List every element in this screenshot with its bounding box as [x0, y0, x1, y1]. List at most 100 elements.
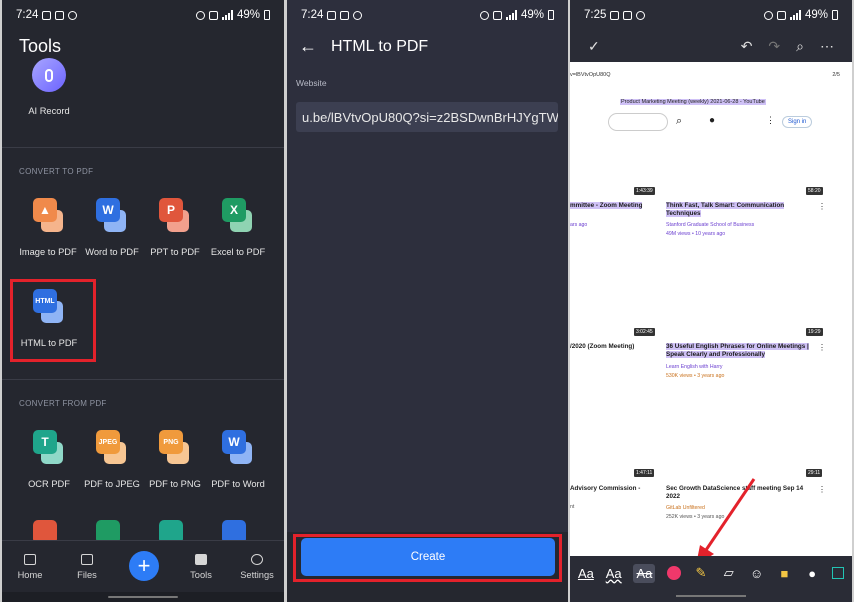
video-title: Advisory Commission - [570, 485, 641, 492]
notification-icon [42, 10, 52, 20]
undo-icon[interactable]: ↶ [741, 38, 753, 55]
sticky-note-icon[interactable]: ■ [776, 566, 792, 581]
video-duration: 58:20 [806, 187, 823, 195]
video-duration: 29:11 [806, 469, 823, 477]
nav-tools[interactable]: Tools [173, 541, 229, 593]
nav-label: Settings [240, 570, 274, 580]
notification-icon [327, 10, 337, 20]
alarm-icon [479, 10, 489, 20]
eraser-icon[interactable]: ▱ [721, 565, 737, 581]
pdf-viewer-screen: 7:25 49% ✓ ↶ ↷ ⌕ ⋯ v=lBVtvOpU80Q 2/5 Pro… [570, 0, 852, 602]
tool-label: Image to PDF [19, 247, 77, 257]
search-icon[interactable]: ⌕ [796, 38, 804, 55]
back-arrow-icon[interactable]: ← [299, 36, 317, 57]
gallery-icon [55, 10, 65, 20]
excel-icon: X [222, 198, 252, 232]
mute-icon [208, 10, 218, 20]
strikethrough-text-tool[interactable]: Aa [633, 563, 656, 583]
gear-icon [251, 554, 263, 565]
microphone-icon[interactable]: ● [804, 566, 820, 581]
mute-icon [492, 10, 502, 20]
tool-label: PPT to PDF [150, 247, 200, 257]
video-meta: nt [570, 504, 575, 510]
microphone-icon [32, 58, 66, 92]
website-label: Website [296, 78, 327, 88]
word-icon: W [96, 198, 126, 232]
app-icon [353, 10, 363, 20]
tool-label: OCR PDF [28, 479, 70, 489]
video-title: mmittee - Zoom Meeting [570, 202, 643, 209]
page-title: Tools [19, 36, 62, 56]
status-time: 7:24 [16, 9, 39, 21]
battery-level: 49% [520, 9, 544, 21]
status-bar: 7:25 49% [570, 0, 852, 30]
alarm-icon [763, 10, 773, 20]
section-heading: CONVERT FROM PDF [19, 399, 107, 408]
tools-screen: 7:24 49% Tools AI Record CONVERT TO PDF … [2, 0, 284, 602]
top-bar: 7:25 49% ✓ ↶ ↷ ⌕ ⋯ [570, 0, 852, 62]
status-time: 7:24 [301, 9, 324, 21]
home-indicator [570, 590, 852, 602]
folder-icon [81, 554, 93, 565]
app-icon [68, 10, 78, 20]
redo-icon[interactable]: ↷ [768, 38, 780, 55]
nav-label: Tools [190, 570, 212, 580]
mute-icon [776, 10, 786, 20]
video-duration: 1:47:11 [634, 469, 655, 477]
nav-settings[interactable]: Settings [229, 541, 284, 593]
tool-label: Word to PDF [85, 247, 139, 257]
website-url-input[interactable]: u.be/lBVtvOpU80Q?si=z2BSDwnBrHJYgTWI [296, 102, 558, 132]
shape-icon[interactable] [831, 567, 844, 579]
nav-label: Files [77, 570, 97, 580]
app-icon [636, 10, 646, 20]
home-icon [24, 554, 36, 565]
document-title: Product Marketing Meeting (weekly) 2021-… [620, 99, 766, 105]
video-duration: 1:43:39 [634, 187, 655, 195]
video-title: /2020 (Zoom Meeting) [570, 343, 635, 350]
red-arrow-annotation [696, 478, 756, 565]
gallery-icon [623, 10, 633, 20]
nav-label: Home [17, 570, 43, 580]
video-meta: ars ago [570, 222, 588, 228]
video-duration: 3:02:45 [634, 328, 655, 336]
video-meta: 530K views • 3 years ago [666, 373, 725, 379]
alarm-icon [195, 10, 205, 20]
underline-text-tool[interactable]: Aa [578, 566, 594, 581]
sign-in-button: Sign in [782, 116, 813, 128]
video-title: Think Fast, Talk Smart: Communication Te… [666, 202, 785, 218]
word-icon: W [222, 430, 252, 464]
highlight-box [293, 534, 562, 582]
more-icon: ⋮ [766, 115, 775, 125]
bottom-nav: Home Files + Tools Settings [2, 540, 284, 592]
page-number: 2/5 [832, 72, 840, 78]
more-icon: ⋮ [818, 202, 826, 211]
section-heading: CONVERT TO PDF [19, 167, 94, 176]
highlight-box [10, 279, 96, 362]
highlighter-icon[interactable]: ✎ [693, 565, 709, 581]
html-to-pdf-screen: 7:24 49% ← HTML to PDF Website u.be/lBVt… [287, 0, 568, 602]
search-icon: ⌕ [676, 115, 683, 127]
jpeg-icon: JPEG [96, 430, 126, 464]
video-channel: Learn English with Harry [666, 364, 723, 370]
checkmark-icon[interactable]: ✓ [588, 38, 600, 55]
page-title: HTML to PDF [331, 37, 429, 55]
battery-icon [264, 10, 270, 20]
annotation-toolbar: Aa Aa Aa ✎ ▱ ☺ ■ ● [570, 556, 852, 590]
nav-home[interactable]: Home [2, 541, 58, 593]
add-button[interactable]: + [129, 551, 159, 581]
divider [2, 379, 284, 380]
briefcase-icon [195, 554, 207, 565]
more-icon[interactable]: ⋯ [820, 38, 834, 55]
tool-label: PDF to JPEG [84, 479, 140, 489]
battery-level: 49% [236, 9, 260, 21]
signal-icon [505, 10, 517, 20]
color-picker-icon[interactable] [667, 566, 682, 580]
divider [2, 147, 284, 148]
emoji-icon[interactable]: ☺ [749, 566, 765, 581]
tool-label: Excel to PDF [210, 247, 266, 257]
tool-label: PDF to PNG [149, 479, 201, 489]
ppt-icon: P [159, 198, 189, 232]
squiggly-text-tool[interactable]: Aa [606, 566, 622, 581]
status-bar: 7:24 49% [287, 0, 568, 30]
nav-files[interactable]: Files [59, 541, 115, 593]
